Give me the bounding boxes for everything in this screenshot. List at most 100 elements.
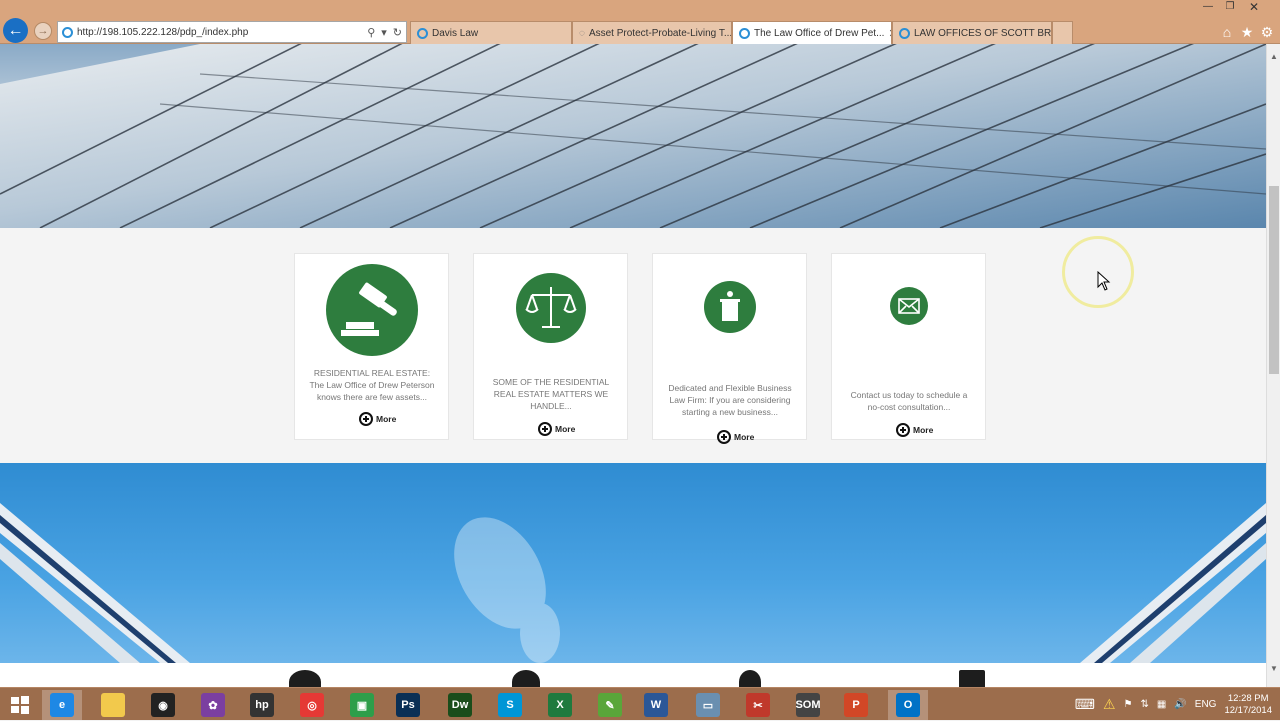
plus-circle-icon <box>538 422 552 436</box>
tab-drew-peterson[interactable]: The Law Office of Drew Pet... ✕ <box>732 21 892 44</box>
forward-button[interactable]: → <box>34 22 52 40</box>
address-text: http://198.105.222.128/pdp_/index.php <box>77 26 249 38</box>
system-tray: ⌨ ⚠ ⚑ ⇅ ▦ 🔊 ENG 12:28 PM 12/17/2014 <box>1075 688 1280 721</box>
gavel-icon <box>326 264 418 356</box>
envelope-icon <box>890 287 928 325</box>
new-tab-button[interactable] <box>1052 21 1073 44</box>
favorites-icon[interactable]: ★ <box>1239 24 1255 40</box>
home-icon[interactable]: ⌂ <box>1219 24 1235 40</box>
image-viewer-icon: ▭ <box>696 693 720 717</box>
taskbar-image-viewer[interactable]: ▭ <box>688 690 728 720</box>
ie-tab-icon <box>417 27 428 39</box>
taskbar-evernote[interactable]: ✎ <box>590 690 630 720</box>
loading-tab-icon: ◌ <box>579 27 585 39</box>
refresh-icon[interactable]: ↻ <box>393 26 402 39</box>
plus-circle-icon <box>359 412 373 426</box>
chrome-icon: ◎ <box>300 693 324 717</box>
taskbar-word[interactable]: W <box>636 690 676 720</box>
more-link[interactable]: More <box>717 430 754 444</box>
service-card-contact: Contact us today to schedule a no-cost c… <box>831 253 986 440</box>
taskbar-skype[interactable]: S <box>490 690 530 720</box>
taskbar-photoshop[interactable]: Ps <box>388 690 428 720</box>
scroll-down-arrow-icon[interactable]: ▼ <box>1267 664 1280 676</box>
skype-icon: S <box>498 693 522 717</box>
ie-tab-icon <box>899 27 910 39</box>
file-explorer-icon <box>101 693 125 717</box>
excel-icon: X <box>548 693 572 717</box>
ie-page-icon <box>62 26 73 38</box>
taskbar: ⌨ ⚠ ⚑ ⇅ ▦ 🔊 ENG 12:28 PM 12/17/2014 e ◉ ✿ h… <box>0 687 1280 720</box>
globe-icon <box>289 670 321 687</box>
network-icon[interactable]: ▦ <box>1157 699 1166 710</box>
podium-icon <box>704 281 756 333</box>
clock[interactable]: 12:28 PM 12/17/2014 <box>1224 693 1272 717</box>
browser-chrome: — ❐ ✕ ← → http://198.105.222.128/pdp_/in… <box>0 0 1280 44</box>
vertical-scrollbar[interactable]: ▲ ▼ <box>1266 44 1280 687</box>
taskbar-camera-app[interactable]: ◉ <box>143 690 183 720</box>
taskbar-excel[interactable]: X <box>540 690 580 720</box>
snip-tool-icon: ✂ <box>746 693 770 717</box>
settings-gear-icon[interactable]: ⚙ <box>1259 24 1275 40</box>
windows-logo-icon <box>11 696 29 714</box>
start-button[interactable] <box>0 690 40 720</box>
warning-icon[interactable]: ⚠ <box>1103 696 1116 713</box>
bell-icon <box>739 670 761 687</box>
tab-davis-law[interactable]: Davis Law <box>410 21 572 44</box>
flag-icon[interactable]: ⚑ <box>1124 699 1133 710</box>
taskbar-som-app[interactable]: SOM <box>788 690 828 720</box>
photoshop-icon: Ps <box>396 693 420 717</box>
taskbar-file-explorer[interactable] <box>93 690 133 720</box>
more-link[interactable]: More <box>538 422 575 436</box>
mouse-cursor-icon <box>1097 271 1111 291</box>
volume-icon[interactable]: 🔊 <box>1174 699 1186 710</box>
hero-sky-image <box>0 463 1266 663</box>
lock-icon <box>512 670 540 687</box>
restore-button[interactable]: ❐ <box>1220 0 1240 14</box>
address-bar[interactable]: http://198.105.222.128/pdp_/index.php ⚲ … <box>57 21 407 43</box>
more-link[interactable]: More <box>359 412 396 426</box>
tab-scott-brad[interactable]: LAW OFFICES OF SCOTT BRAD... <box>892 21 1052 44</box>
page-viewport: RESIDENTIAL REAL ESTATE: The Law Office … <box>0 44 1266 687</box>
ie-tab-icon <box>739 27 750 39</box>
footer-strip <box>0 663 1266 687</box>
back-button[interactable]: ← <box>3 18 28 43</box>
taskbar-paint-app[interactable]: ✿ <box>193 690 233 720</box>
sync-icon[interactable]: ⇅ <box>1140 699 1148 710</box>
taskbar-internet-explorer[interactable]: e <box>42 690 82 720</box>
building-icon <box>959 670 985 687</box>
taskbar-outlook[interactable]: O <box>888 690 928 720</box>
service-card-real-estate: RESIDENTIAL REAL ESTATE: The Law Office … <box>294 253 449 440</box>
close-window-button[interactable]: ✕ <box>1244 0 1264 14</box>
dropdown-icon[interactable]: ▾ <box>381 26 387 39</box>
service-description: RESIDENTIAL REAL ESTATE: The Law Office … <box>309 368 435 402</box>
som-app-icon: SOM <box>795 693 821 717</box>
dreamweaver-icon: Dw <box>448 693 472 717</box>
taskbar-hp-app[interactable]: hp <box>242 690 282 720</box>
service-card-residential-matters: SOME OF THE RESIDENTIAL REAL ESTATE MATT… <box>473 253 628 440</box>
keyboard-icon[interactable]: ⌨ <box>1075 696 1095 713</box>
taskbar-snip-tool[interactable]: ✂ <box>738 690 778 720</box>
scroll-thumb[interactable] <box>1269 186 1279 374</box>
scroll-up-arrow-icon[interactable]: ▲ <box>1267 52 1280 64</box>
word-icon: W <box>644 693 668 717</box>
service-description: Contact us today to schedule a no-cost c… <box>850 390 968 412</box>
scales-icon <box>516 273 586 343</box>
service-card-business-law: Dedicated and Flexible Business Law Firm… <box>652 253 807 444</box>
taskbar-dreamweaver[interactable]: Dw <box>440 690 480 720</box>
paint-app-icon: ✿ <box>201 693 225 717</box>
taskbar-powerpoint[interactable]: P <box>836 690 876 720</box>
more-link[interactable]: More <box>896 423 933 437</box>
search-icon[interactable]: ⚲ <box>367 26 375 39</box>
language-indicator[interactable]: ENG <box>1195 699 1217 710</box>
tab-asset-protect[interactable]: ◌ Asset Protect-Probate-Living T... <box>572 21 732 44</box>
taskbar-chrome[interactable]: ◎ <box>292 690 332 720</box>
outlook-icon: O <box>896 693 920 717</box>
powerpoint-icon: P <box>844 693 868 717</box>
taskbar-store-app[interactable]: ▣ <box>342 690 382 720</box>
hero-building-image <box>0 44 1266 228</box>
plus-circle-icon <box>717 430 731 444</box>
internet-explorer-icon: e <box>50 693 74 717</box>
minimize-button[interactable]: — <box>1198 0 1218 14</box>
plus-circle-icon <box>896 423 910 437</box>
camera-app-icon: ◉ <box>151 693 175 717</box>
